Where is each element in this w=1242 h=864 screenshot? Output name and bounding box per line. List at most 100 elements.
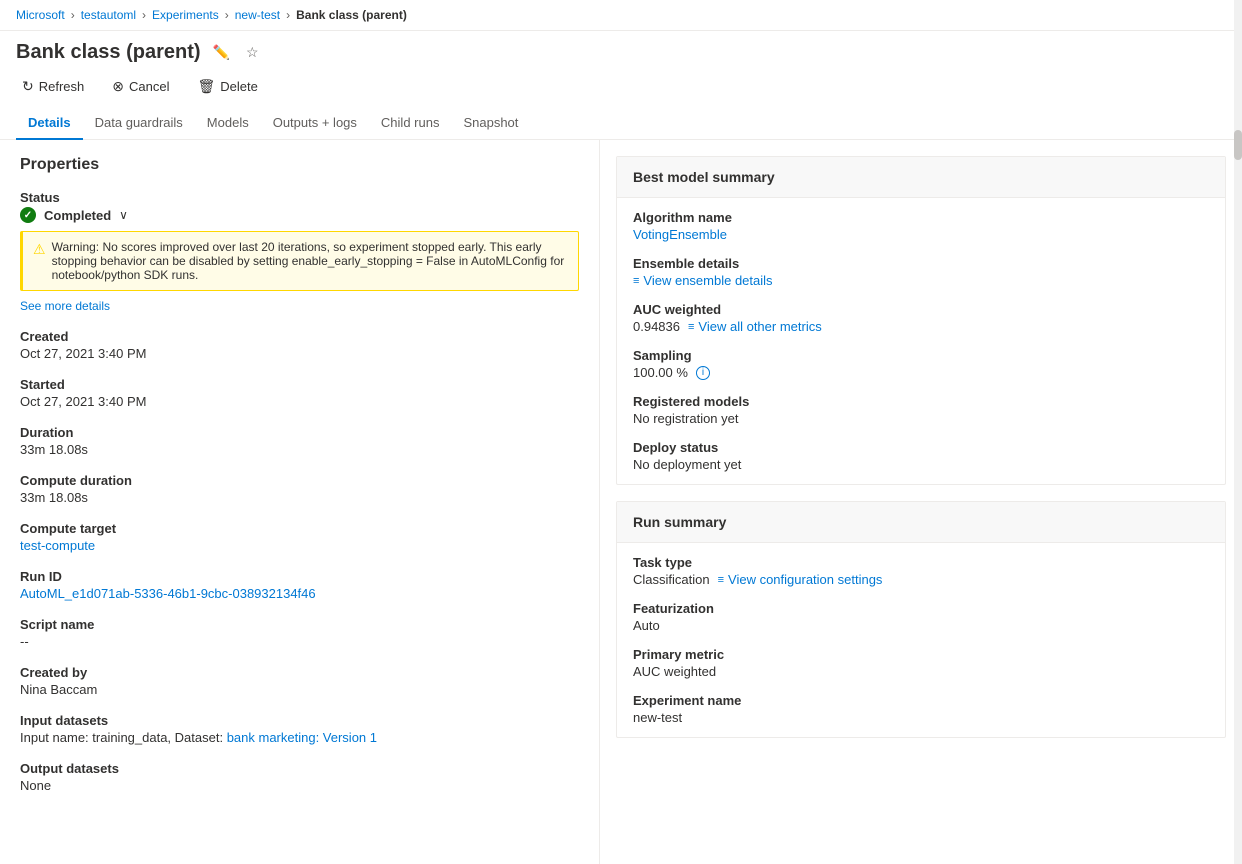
status-group: Status Completed ∨ ⚠ Warning: No scores … (20, 190, 579, 313)
input-datasets-group: Input datasets Input name: training_data… (20, 713, 579, 745)
edit-button[interactable]: ✏️ (209, 42, 234, 63)
run-id-label: Run ID (20, 569, 579, 584)
experiment-name-value: new-test (633, 710, 1209, 725)
page-title: Bank class (parent) (16, 41, 201, 64)
experiment-name-label: Experiment name (633, 693, 1209, 708)
toolbar: ↻ Refresh ⊗ Cancel 🗑 Delete (0, 70, 1242, 107)
properties-panel: Properties Status Completed ∨ ⚠ Warning:… (0, 140, 600, 864)
task-type-row: Task type Classification ≡ View configur… (633, 555, 1209, 587)
compute-target-group: Compute target test-compute (20, 521, 579, 553)
tab-outputs-logs[interactable]: Outputs + logs (261, 107, 369, 140)
ensemble-list-icon: ≡ (633, 275, 639, 287)
ensemble-details-value: ≡ View ensemble details (633, 273, 1209, 288)
deploy-status-row: Deploy status No deployment yet (633, 440, 1209, 472)
tab-child-runs[interactable]: Child runs (369, 107, 452, 140)
status-completed-icon (20, 207, 36, 223)
experiment-name-row: Experiment name new-test (633, 693, 1209, 725)
tab-details[interactable]: Details (16, 107, 83, 140)
tab-data-guardrails[interactable]: Data guardrails (83, 107, 195, 140)
delete-button[interactable]: 🗑 Delete (191, 74, 263, 99)
run-summary-body: Task type Classification ≡ View configur… (617, 543, 1225, 737)
registered-models-row: Registered models No registration yet (633, 394, 1209, 426)
best-model-summary-title: Best model summary (617, 157, 1225, 198)
breadcrumb-testautoml[interactable]: testautoml (81, 8, 136, 22)
compute-duration-group: Compute duration 33m 18.08s (20, 473, 579, 505)
ensemble-details-row: Ensemble details ≡ View ensemble details (633, 256, 1209, 288)
algorithm-name-row: Algorithm name VotingEnsemble (633, 210, 1209, 242)
input-datasets-prefix: Input name: training_data, Dataset: (20, 730, 227, 745)
deploy-status-value: No deployment yet (633, 457, 1209, 472)
auc-weighted-value: 0.94836 ≡ View all other metrics (633, 319, 1209, 334)
started-label: Started (20, 377, 579, 392)
run-id-value: AutoML_e1d071ab-5336-46b1-9cbc-038932134… (20, 586, 579, 601)
breadcrumb: Microsoft › testautoml › Experiments › n… (0, 0, 1242, 31)
ensemble-link-text: View ensemble details (643, 273, 772, 288)
run-summary-title: Run summary (617, 502, 1225, 543)
compute-duration-value: 33m 18.08s (20, 490, 579, 505)
other-metrics-link-text: View all other metrics (698, 319, 821, 334)
config-settings-list-icon: ≡ (718, 574, 724, 586)
compute-target-value[interactable]: test-compute (20, 538, 95, 553)
algorithm-name-label: Algorithm name (633, 210, 1209, 225)
created-by-group: Created by Nina Baccam (20, 665, 579, 697)
page-scrollbar-thumb[interactable] (1234, 130, 1242, 160)
tab-models[interactable]: Models (195, 107, 261, 140)
warning-box: ⚠ Warning: No scores improved over last … (20, 231, 579, 291)
primary-metric-value: AUC weighted (633, 664, 1209, 679)
algorithm-name-link[interactable]: VotingEnsemble (633, 227, 727, 242)
input-datasets-link[interactable]: bank marketing: Version 1 (227, 730, 377, 745)
refresh-icon: ↻ (22, 78, 34, 95)
status-row: Completed ∨ (20, 207, 579, 223)
ensemble-details-label: Ensemble details (633, 256, 1209, 271)
compute-duration-label: Compute duration (20, 473, 579, 488)
cancel-button[interactable]: ⊗ Cancel (106, 74, 175, 99)
breadcrumb-microsoft[interactable]: Microsoft (16, 8, 65, 22)
warning-icon: ⚠ (33, 241, 46, 258)
script-name-group: Script name -- (20, 617, 579, 649)
duration-label: Duration (20, 425, 579, 440)
page-scrollbar[interactable] (1234, 0, 1242, 864)
registered-models-label: Registered models (633, 394, 1209, 409)
view-ensemble-details-link[interactable]: ≡ View ensemble details (633, 273, 773, 288)
output-datasets-value: None (20, 778, 579, 793)
status-label: Status (20, 190, 579, 205)
view-config-settings-link[interactable]: ≡ View configuration settings (718, 572, 883, 587)
output-datasets-label: Output datasets (20, 761, 579, 776)
favorite-button[interactable]: ☆ (242, 42, 263, 63)
sampling-value: 100.00 % i (633, 365, 1209, 380)
run-summary-card: Run summary Task type Classification ≡ V… (616, 501, 1226, 738)
created-group: Created Oct 27, 2021 3:40 PM (20, 329, 579, 361)
task-type-label: Task type (633, 555, 1209, 570)
registered-models-value: No registration yet (633, 411, 1209, 426)
primary-metric-row: Primary metric AUC weighted (633, 647, 1209, 679)
output-datasets-group: Output datasets None (20, 761, 579, 793)
run-id-group: Run ID AutoML_e1d071ab-5336-46b1-9cbc-03… (20, 569, 579, 601)
breadcrumb-experiments[interactable]: Experiments (152, 8, 219, 22)
deploy-status-label: Deploy status (633, 440, 1209, 455)
created-label: Created (20, 329, 579, 344)
duration-value: 33m 18.08s (20, 442, 579, 457)
created-by-label: Created by (20, 665, 579, 680)
cancel-icon: ⊗ (112, 78, 124, 95)
auc-weighted-row: AUC weighted 0.94836 ≡ View all other me… (633, 302, 1209, 334)
sampling-number: 100.00 % (633, 365, 688, 380)
main-content: Properties Status Completed ∨ ⚠ Warning:… (0, 140, 1242, 864)
refresh-button[interactable]: ↻ Refresh (16, 74, 90, 99)
other-metrics-list-icon: ≡ (688, 321, 694, 333)
delete-label: Delete (220, 79, 258, 94)
right-panel: Best model summary Algorithm name Voting… (600, 140, 1242, 864)
best-model-summary-body: Algorithm name VotingEnsemble Ensemble d… (617, 198, 1225, 484)
tab-snapshot[interactable]: Snapshot (451, 107, 530, 140)
task-type-value: Classification ≡ View configuration sett… (633, 572, 1209, 587)
started-group: Started Oct 27, 2021 3:40 PM (20, 377, 579, 409)
status-chevron-icon[interactable]: ∨ (119, 208, 128, 222)
view-other-metrics-link[interactable]: ≡ View all other metrics (688, 319, 822, 334)
primary-metric-label: Primary metric (633, 647, 1209, 662)
breadcrumb-new-test[interactable]: new-test (235, 8, 280, 22)
see-more-link[interactable]: See more details (20, 299, 579, 313)
tabs: Details Data guardrails Models Outputs +… (0, 107, 1242, 140)
created-by-value: Nina Baccam (20, 682, 579, 697)
breadcrumb-current: Bank class (parent) (296, 8, 407, 22)
delete-icon: 🗑 (197, 78, 215, 95)
sampling-info-icon[interactable]: i (696, 366, 710, 380)
